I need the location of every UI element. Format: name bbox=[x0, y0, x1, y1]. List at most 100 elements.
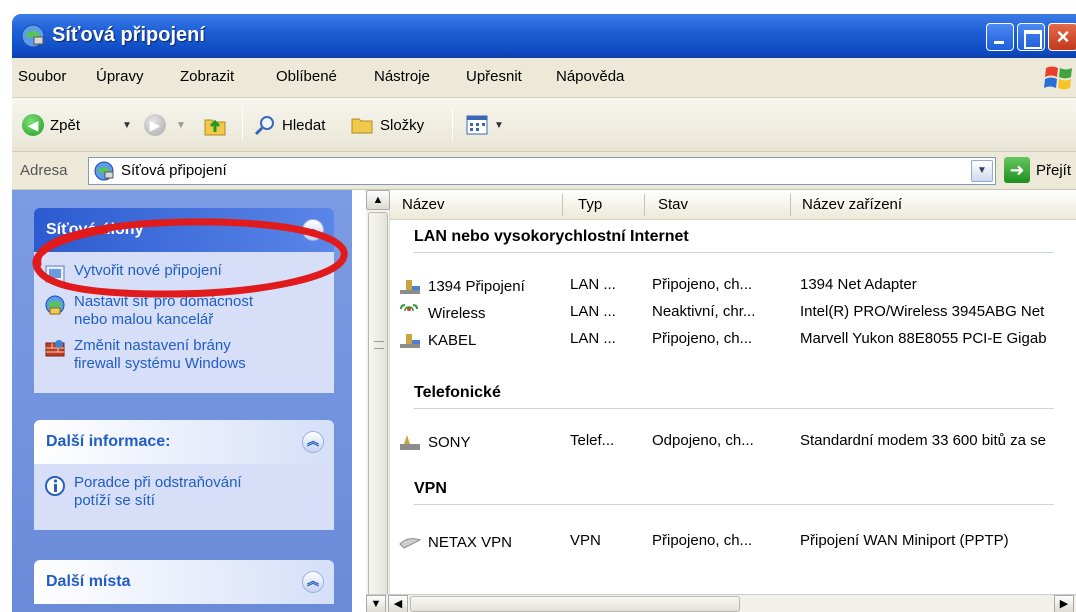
column-device[interactable]: Název zařízení bbox=[802, 196, 902, 213]
menu-help[interactable]: Nápověda bbox=[556, 68, 624, 85]
task-firewall-settings[interactable]: Změnit nastavení brány firewall systému … bbox=[44, 337, 324, 373]
group-divider bbox=[414, 504, 1054, 505]
other-places-panel: Další místa ︽ bbox=[34, 560, 334, 604]
menu-file[interactable]: Soubor bbox=[18, 68, 66, 85]
connection-type: VPN bbox=[570, 532, 601, 549]
connection-type: Telef... bbox=[570, 432, 615, 449]
address-dropdown-icon[interactable]: ▼ bbox=[971, 160, 993, 182]
connection-name: NETAX VPN bbox=[428, 533, 512, 551]
network-connections-icon bbox=[21, 24, 45, 48]
scroll-left-icon[interactable]: ◀ bbox=[388, 595, 408, 612]
collapse-icon[interactable]: ︽ bbox=[302, 219, 324, 241]
new-connection-icon bbox=[45, 265, 65, 283]
grip-icon bbox=[374, 341, 384, 349]
search-button[interactable]: Hledat bbox=[254, 112, 325, 138]
network-tasks-panel: Síťové úlohy ︽ Vytvořit nové připojení N… bbox=[34, 208, 334, 393]
task-troubleshooter[interactable]: Poradce při odstraňování potíží se sítí bbox=[44, 474, 324, 510]
connection-status: Připojeno, ch... bbox=[652, 276, 753, 293]
column-header: Název Typ Stav Název zařízení bbox=[390, 190, 1076, 220]
network-tasks-header[interactable]: Síťové úlohy ︽ bbox=[34, 208, 334, 252]
back-button[interactable]: ◀ Zpět bbox=[22, 112, 80, 138]
address-bar: Adresa Síťová připojení ▼ ➜ Přejít bbox=[12, 152, 1076, 190]
connection-name: SONY bbox=[428, 433, 471, 451]
column-status[interactable]: Stav bbox=[658, 196, 688, 213]
device-name: Standardní modem 33 600 bitů za se bbox=[800, 432, 1046, 449]
minimize-button[interactable] bbox=[986, 23, 1014, 51]
menu-view[interactable]: Zobrazit bbox=[180, 68, 234, 85]
vertical-scrollbar[interactable]: ▲ bbox=[366, 190, 390, 612]
scroll-thumb[interactable] bbox=[410, 596, 740, 612]
folders-button[interactable]: Složky bbox=[350, 112, 424, 138]
firewall-icon bbox=[45, 340, 65, 357]
home-network-icon bbox=[45, 295, 65, 315]
maximize-button[interactable] bbox=[1017, 23, 1045, 51]
connection-status: Připojeno, ch... bbox=[652, 532, 753, 549]
address-label: Adresa bbox=[20, 162, 68, 179]
back-label: Zpět bbox=[50, 116, 81, 134]
scroll-down-icon[interactable]: ▼ bbox=[366, 595, 386, 612]
device-name: 1394 Net Adapter bbox=[800, 276, 917, 293]
connection-name: KABEL bbox=[428, 331, 477, 349]
collapse-icon[interactable]: ︽ bbox=[302, 431, 324, 453]
toolbar-separator bbox=[242, 108, 243, 140]
menu-edit[interactable]: Úpravy bbox=[96, 68, 144, 85]
collapse-icon[interactable]: ︽ bbox=[302, 571, 324, 593]
table-row[interactable]: SONY Telef... Odpojeno, ch... Standardní… bbox=[390, 428, 1076, 454]
horizontal-scrollbar[interactable]: ▼ ◀ ▶ bbox=[366, 594, 1076, 612]
close-button[interactable]: × bbox=[1048, 23, 1076, 51]
go-label: Přejít bbox=[1036, 161, 1072, 179]
menu-advanced[interactable]: Upřesnit bbox=[466, 68, 522, 85]
connection-name: Wireless bbox=[428, 304, 486, 322]
task-create-connection[interactable]: Vytvořit nové připojení bbox=[44, 262, 324, 285]
column-divider[interactable] bbox=[644, 194, 645, 216]
more-info-header[interactable]: Další informace: ︽ bbox=[34, 420, 334, 464]
back-arrow-icon: ◀ bbox=[22, 114, 44, 136]
column-divider[interactable] bbox=[562, 194, 563, 216]
table-row[interactable]: 1394 Připojení LAN ... Připojeno, ch... … bbox=[390, 272, 1076, 298]
toolbar-separator bbox=[452, 108, 453, 140]
search-label: Hledat bbox=[282, 116, 326, 134]
toolbar: ◀ Zpět ▼ ▶ ▼ Hledat Složky ▼ bbox=[12, 98, 1076, 152]
forward-dropdown-icon[interactable]: ▼ bbox=[176, 112, 186, 138]
close-icon: × bbox=[1056, 24, 1070, 49]
forward-button[interactable]: ▶ bbox=[144, 112, 166, 138]
network-tasks-body: Vytvořit nové připojení Nastavit síť pro… bbox=[34, 252, 334, 393]
other-places-title: Další místa bbox=[46, 573, 131, 590]
connection-name: 1394 Připojení bbox=[428, 277, 525, 295]
back-dropdown-icon[interactable]: ▼ bbox=[122, 112, 132, 138]
column-type[interactable]: Typ bbox=[578, 196, 602, 213]
group-title-dialup: Telefonické bbox=[414, 384, 501, 401]
device-name: Intel(R) PRO/Wireless 3945ABG Net bbox=[800, 303, 1045, 320]
folders-label: Složky bbox=[380, 116, 425, 134]
scroll-up-icon[interactable]: ▲ bbox=[366, 190, 390, 210]
table-row[interactable]: Wireless LAN ... Neaktivní, chr... Intel… bbox=[390, 299, 1076, 325]
connection-type: LAN ... bbox=[570, 303, 616, 320]
table-row[interactable]: NETAX VPN VPN Připojeno, ch... Připojení… bbox=[390, 528, 1076, 554]
column-divider[interactable] bbox=[790, 194, 791, 216]
device-name: Připojení WAN Miniport (PPTP) bbox=[800, 532, 1009, 549]
windows-logo-icon bbox=[1044, 66, 1072, 90]
column-name[interactable]: Název bbox=[402, 196, 445, 213]
go-button[interactable]: ➜ Přejít bbox=[1004, 157, 1071, 183]
group-title-lan: LAN nebo vysokorychlostní Internet bbox=[414, 228, 689, 245]
task-home-network[interactable]: Nastavit síť pro domácnost nebo malou ka… bbox=[44, 293, 324, 329]
menu-tools[interactable]: Nástroje bbox=[374, 68, 430, 85]
title-bar: Síťová připojení × bbox=[12, 14, 1076, 58]
lan-connection-icon bbox=[400, 334, 420, 348]
scroll-right-icon[interactable]: ▶ bbox=[1054, 595, 1074, 612]
lan-connection-icon bbox=[400, 280, 420, 294]
address-field[interactable]: Síťová připojení ▼ bbox=[88, 157, 996, 185]
group-divider bbox=[414, 252, 1054, 253]
more-info-body: Poradce při odstraňování potíží se sítí bbox=[34, 464, 334, 530]
menu-bar: Soubor Úpravy Zobrazit Oblíbené Nástroje… bbox=[12, 58, 1076, 98]
info-icon bbox=[45, 476, 65, 496]
network-tasks-title: Síťové úlohy bbox=[46, 221, 144, 238]
views-button[interactable]: ▼ bbox=[466, 112, 504, 138]
views-dropdown-icon: ▼ bbox=[494, 119, 504, 131]
up-folder-icon[interactable] bbox=[202, 112, 228, 138]
table-row[interactable]: KABEL LAN ... Připojeno, ch... Marvell Y… bbox=[390, 326, 1076, 352]
other-places-header[interactable]: Další místa ︽ bbox=[34, 560, 334, 604]
network-connections-icon bbox=[94, 161, 114, 181]
scroll-thumb[interactable] bbox=[368, 212, 388, 612]
menu-favorites[interactable]: Oblíbené bbox=[276, 68, 337, 85]
